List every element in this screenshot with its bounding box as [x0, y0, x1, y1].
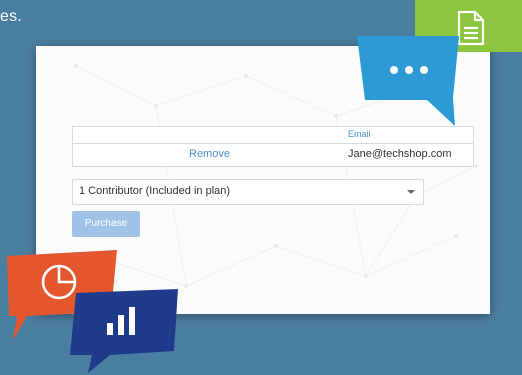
- bar-chart-icon: [70, 289, 178, 373]
- email-cell: Jane@techshop.com: [348, 148, 452, 160]
- table-header: Email: [73, 127, 473, 144]
- remove-link[interactable]: Remove: [189, 148, 230, 160]
- contributors-table: Email Remove Jane@techshop.com: [72, 126, 474, 167]
- table-row: Remove Jane@techshop.com: [73, 144, 473, 166]
- contributor-select[interactable]: 1 Contributor (Included in plan): [72, 179, 424, 205]
- purchase-button[interactable]: Purchase: [72, 211, 140, 237]
- chevron-down-icon: [407, 190, 415, 194]
- contributor-select-value: 1 Contributor (Included in plan): [79, 185, 231, 197]
- column-email: Email: [348, 129, 371, 139]
- chat-dots-icon: [357, 36, 459, 126]
- header-partial-text: es.: [0, 8, 22, 25]
